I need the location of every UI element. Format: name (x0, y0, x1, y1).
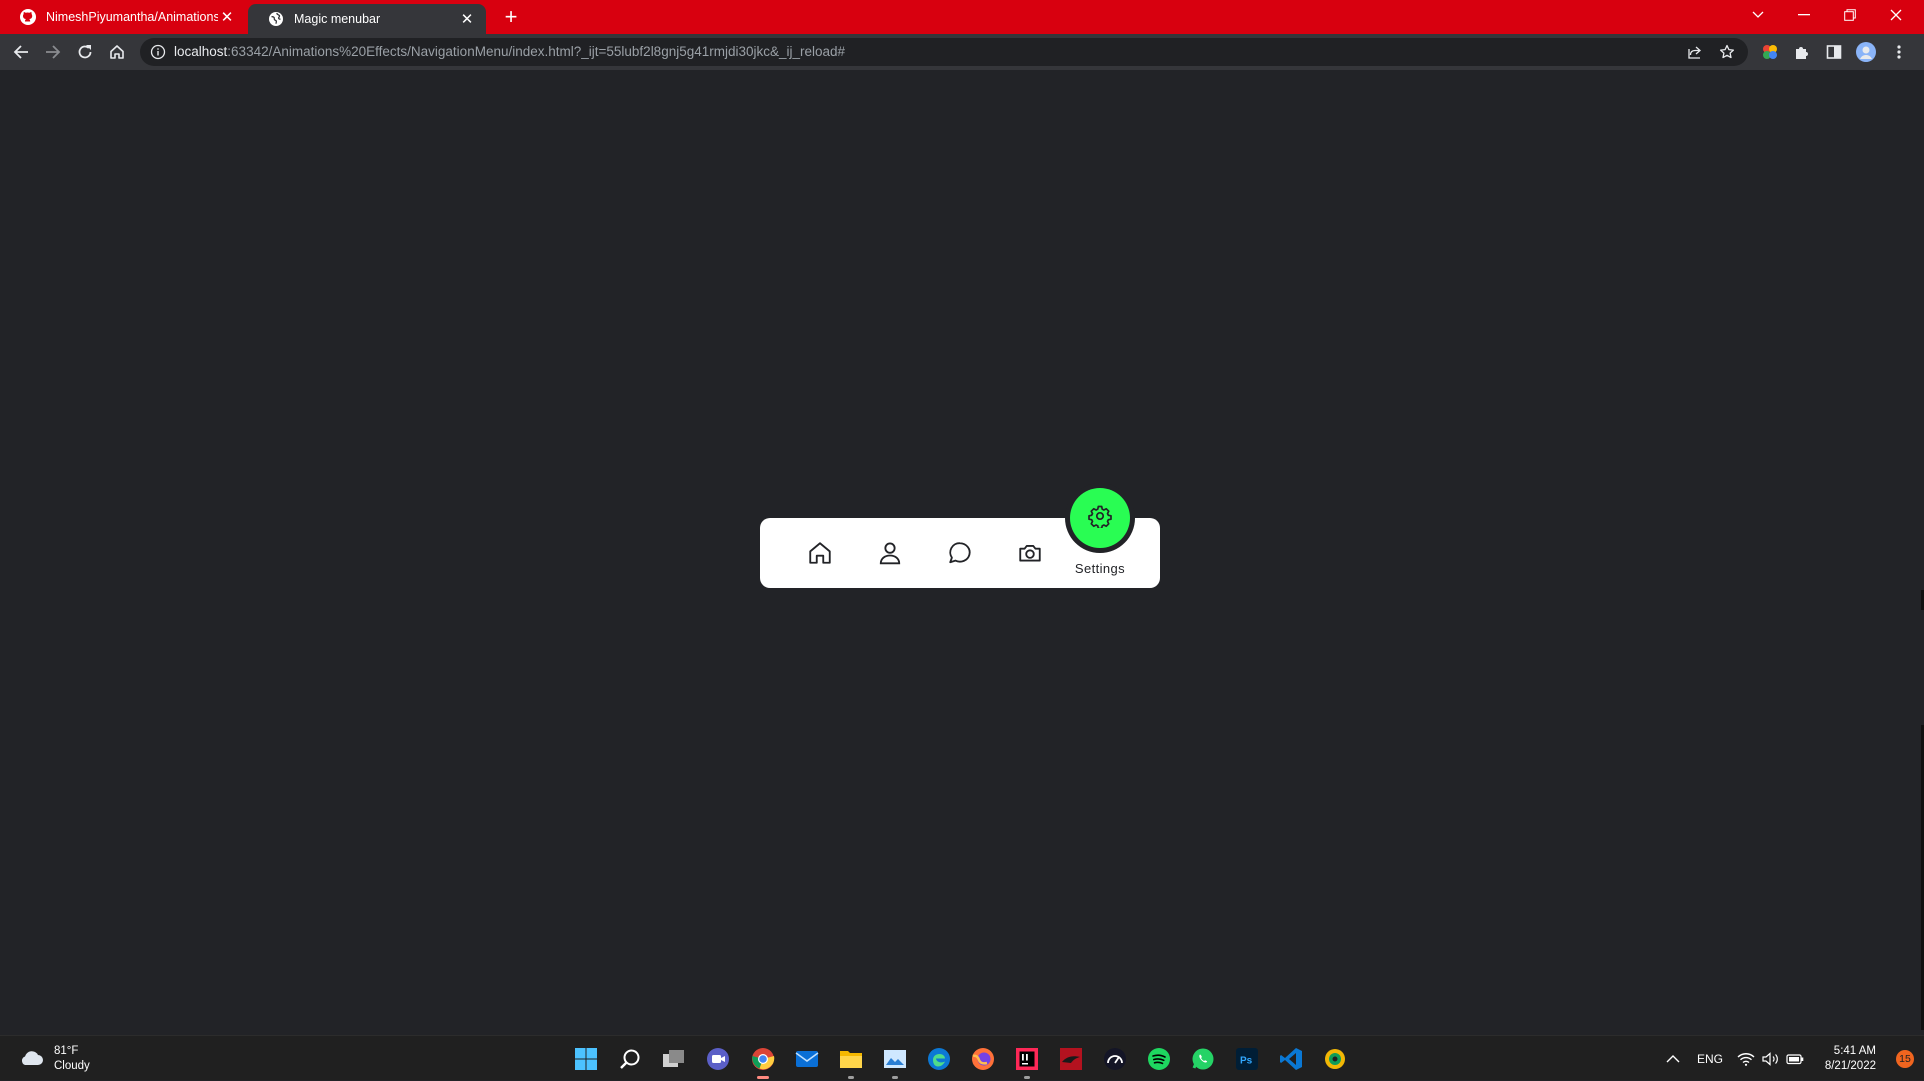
swirl-app-icon[interactable] (1321, 1045, 1349, 1073)
volume-icon[interactable] (1762, 1036, 1780, 1081)
home-icon[interactable] (104, 39, 130, 65)
svg-text:Ps: Ps (1240, 1056, 1253, 1067)
system-clock[interactable]: 5:41 AM 8/21/2022 (1825, 1044, 1876, 1074)
weather-widget[interactable]: 81°F Cloudy (18, 1044, 90, 1074)
globe-icon (268, 11, 284, 27)
search-icon[interactable] (616, 1045, 644, 1073)
address-bar[interactable]: localhost:63342/Animations%20Effects/Nav… (140, 38, 1748, 66)
close-tab-icon[interactable]: ✕ (458, 10, 476, 28)
cloud-icon (18, 1048, 44, 1071)
windows-taskbar: 81°F Cloudy Ps ENG 5:41 AM 8/21/2022 15 (0, 1035, 1924, 1080)
share-icon[interactable] (1686, 43, 1704, 61)
wifi-icon[interactable] (1737, 1036, 1755, 1081)
spotify-icon[interactable] (1145, 1045, 1173, 1073)
bookmark-star-icon[interactable] (1718, 43, 1736, 61)
chrome-app-icon[interactable] (749, 1045, 777, 1079)
menu-item-photos[interactable] (995, 518, 1065, 588)
menu-item-home[interactable] (785, 518, 855, 588)
minimize-icon[interactable] (1781, 0, 1827, 30)
github-icon (20, 9, 36, 25)
tab-strip: NimeshPiyumantha/Animations- ✕ Magic men… (0, 0, 1924, 34)
close-window-icon[interactable] (1873, 0, 1919, 30)
clock-date: 8/21/2022 (1824, 1060, 1876, 1072)
new-tab-button[interactable]: + (500, 6, 522, 28)
battery-icon[interactable] (1786, 1036, 1804, 1081)
racing-app-icon[interactable] (1057, 1045, 1085, 1073)
back-icon[interactable] (8, 39, 34, 65)
clock-time: 5:41 AM (1833, 1045, 1876, 1057)
tab-magic-menubar[interactable]: Magic menubar ✕ (248, 4, 486, 34)
profile-avatar-icon[interactable] (1853, 39, 1879, 65)
notification-count-badge[interactable]: 15 (1896, 1050, 1914, 1068)
menu-item-profile[interactable] (855, 518, 925, 588)
close-tab-icon[interactable]: ✕ (218, 8, 236, 26)
mail-icon[interactable] (793, 1045, 821, 1073)
teams-chat-icon[interactable] (704, 1045, 732, 1073)
menu-item-message[interactable] (925, 518, 995, 588)
weather-condition: Cloudy (54, 1060, 90, 1072)
chat-icon (947, 540, 973, 566)
menu-item-settings[interactable] (1065, 518, 1135, 588)
vscode-icon[interactable] (1277, 1045, 1305, 1073)
restore-icon[interactable] (1827, 0, 1873, 30)
whatsapp-icon[interactable] (1189, 1045, 1217, 1073)
active-menu-label: Settings (1074, 561, 1126, 576)
reload-icon[interactable] (72, 39, 98, 65)
input-language[interactable]: ENG (1697, 1036, 1723, 1081)
tab-title: NimeshPiyumantha/Animations- (46, 10, 218, 24)
camera-icon (1017, 540, 1043, 566)
browser-toolbar: localhost:63342/Animations%20Effects/Nav… (0, 34, 1924, 70)
user-icon (877, 540, 903, 566)
edge-icon[interactable] (925, 1045, 953, 1073)
site-info-icon[interactable] (150, 44, 166, 65)
tab-search-icon[interactable] (1735, 0, 1781, 30)
forward-icon[interactable] (40, 39, 66, 65)
home-icon (807, 540, 833, 566)
intellij-icon[interactable] (1013, 1045, 1041, 1079)
tab-github[interactable]: NimeshPiyumantha/Animations- ✕ (0, 0, 246, 34)
page-viewport: Settings (0, 70, 1924, 1035)
tab-title: Magic menubar (294, 12, 381, 26)
chrome-menu-icon[interactable] (1886, 39, 1912, 65)
firefox-icon[interactable] (969, 1045, 997, 1073)
speedtest-icon[interactable] (1101, 1045, 1129, 1073)
extensions-puzzle-icon[interactable] (1789, 39, 1815, 65)
side-panel-icon[interactable] (1821, 39, 1847, 65)
weather-temp: 81°F (54, 1045, 79, 1057)
task-view-icon[interactable] (660, 1045, 688, 1073)
start-windows-icon[interactable] (572, 1045, 600, 1073)
photos-icon[interactable] (881, 1045, 909, 1079)
tray-overflow-chevron-icon[interactable] (1666, 1036, 1680, 1081)
photoshop-icon[interactable]: Ps (1233, 1045, 1261, 1073)
navigation-menubar: Settings (760, 483, 1160, 588)
extension-color-icon[interactable] (1757, 39, 1783, 65)
file-explorer-icon[interactable] (837, 1045, 865, 1079)
url-text: localhost:63342/Animations%20Effects/Nav… (174, 44, 846, 59)
